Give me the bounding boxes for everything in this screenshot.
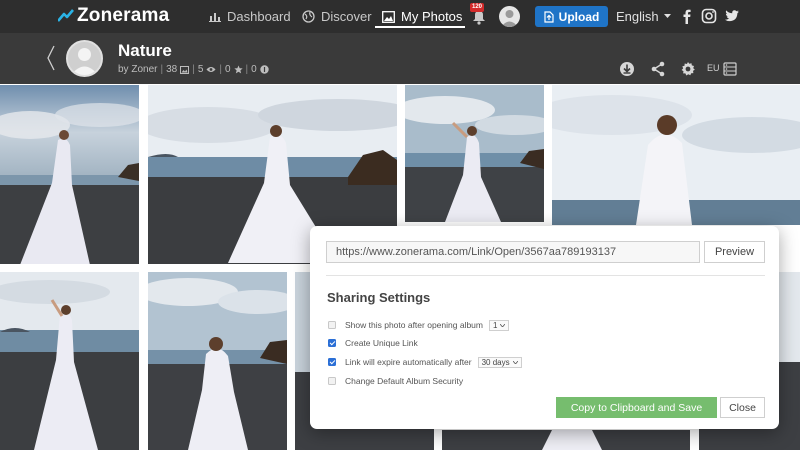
photo-count: 38 bbox=[166, 64, 178, 75]
nav-dashboard[interactable]: Dashboard bbox=[209, 0, 291, 33]
photo-tile[interactable] bbox=[148, 272, 287, 450]
expiry-select[interactable]: 30 days bbox=[477, 356, 522, 368]
zonerama-logo-icon bbox=[57, 9, 74, 23]
option-show-photo[interactable]: Show this photo after opening album 1 bbox=[328, 318, 510, 332]
sharing-settings-title: Sharing Settings bbox=[327, 290, 431, 305]
notification-count-badge: 120 bbox=[470, 3, 485, 12]
user-avatar[interactable] bbox=[499, 6, 520, 27]
select-value: 1 bbox=[492, 320, 498, 330]
separator: | bbox=[160, 64, 164, 75]
language-label: English bbox=[616, 9, 659, 24]
donation-count: 0 bbox=[251, 64, 257, 75]
active-tab-indicator bbox=[375, 26, 465, 28]
bar-chart-icon bbox=[209, 13, 221, 22]
upload-button[interactable]: Upload bbox=[535, 6, 608, 27]
photo-tile[interactable] bbox=[405, 85, 544, 222]
separator: | bbox=[219, 64, 222, 75]
share-dialog: https://www.zonerama.com/Link/Open/3567a… bbox=[310, 226, 779, 429]
nav-discover-label: Discover bbox=[321, 9, 372, 24]
upload-label: Upload bbox=[558, 9, 600, 24]
download-icon[interactable] bbox=[619, 61, 635, 77]
photo-tile[interactable] bbox=[442, 430, 690, 450]
gear-icon[interactable] bbox=[680, 61, 696, 77]
instagram-icon[interactable] bbox=[701, 8, 717, 24]
top-navigation-bar: Zonerama Dashboard Discover My Photos 12… bbox=[0, 0, 800, 33]
separator: | bbox=[245, 64, 249, 75]
photos-icon bbox=[180, 65, 190, 74]
album-header: Nature by Zoner | 38 | 5 | 0 | 0 EU bbox=[0, 33, 800, 84]
eye-icon bbox=[206, 67, 216, 72]
back-chevron-icon[interactable] bbox=[46, 45, 56, 71]
album-title: Nature bbox=[118, 41, 172, 60]
caret-down-icon bbox=[663, 14, 671, 18]
zonerama-logo[interactable]: Zonerama bbox=[57, 5, 170, 26]
option-label: Change Default Album Security bbox=[345, 376, 464, 386]
album-security-checkbox[interactable] bbox=[328, 377, 336, 385]
nav-my-photos-label: My Photos bbox=[401, 9, 463, 24]
album-owner-avatar[interactable] bbox=[66, 40, 103, 77]
unique-link-checkbox[interactable] bbox=[328, 339, 336, 347]
region-label[interactable]: EU bbox=[707, 63, 720, 73]
separator: | bbox=[192, 64, 195, 75]
star-count: 0 bbox=[224, 64, 231, 75]
photo-tile[interactable] bbox=[552, 85, 800, 225]
share-icon[interactable] bbox=[650, 61, 666, 77]
view-count: 5 bbox=[197, 64, 204, 75]
close-button[interactable]: Close bbox=[720, 397, 765, 418]
link-expiry-checkbox[interactable] bbox=[328, 358, 336, 366]
storage-server-icon[interactable] bbox=[723, 62, 737, 76]
select-value: 30 days bbox=[481, 357, 510, 367]
twitter-icon[interactable] bbox=[724, 8, 740, 24]
chevron-down-icon bbox=[512, 360, 518, 364]
option-album-security[interactable]: Change Default Album Security bbox=[328, 374, 463, 388]
facebook-icon[interactable] bbox=[679, 8, 695, 24]
coin-icon bbox=[260, 65, 269, 74]
option-unique-link[interactable]: Create Unique Link bbox=[328, 336, 418, 350]
brand-name: Zonerama bbox=[77, 5, 170, 26]
language-selector[interactable]: English bbox=[616, 0, 671, 33]
preview-button[interactable]: Preview bbox=[704, 241, 765, 263]
copy-to-clipboard-button[interactable]: Copy to Clipboard and Save bbox=[556, 397, 717, 418]
album-owner[interactable]: by Zoner bbox=[118, 64, 157, 75]
album-stats: by Zoner | 38 | 5 | 0 | 0 bbox=[118, 64, 269, 75]
nav-discover[interactable]: Discover bbox=[302, 0, 372, 33]
show-photo-checkbox[interactable] bbox=[328, 321, 336, 329]
chevron-down-icon bbox=[500, 323, 506, 327]
photo-tile[interactable] bbox=[0, 272, 139, 450]
globe-icon bbox=[302, 10, 315, 23]
option-label: Link will expire automatically after bbox=[345, 357, 472, 367]
photo-tile[interactable] bbox=[0, 85, 139, 264]
divider bbox=[326, 275, 765, 276]
star-icon bbox=[233, 65, 243, 74]
nav-my-photos[interactable]: My Photos bbox=[382, 0, 462, 33]
photo-number-select[interactable]: 1 bbox=[488, 319, 510, 331]
option-label: Show this photo after opening album bbox=[345, 320, 483, 330]
option-link-expiry[interactable]: Link will expire automatically after 30 … bbox=[328, 355, 522, 369]
nav-dashboard-label: Dashboard bbox=[227, 9, 291, 24]
photo-icon bbox=[382, 10, 395, 23]
option-label: Create Unique Link bbox=[345, 338, 418, 348]
upload-icon bbox=[544, 10, 554, 23]
share-link-field[interactable]: https://www.zonerama.com/Link/Open/3567a… bbox=[326, 241, 700, 263]
